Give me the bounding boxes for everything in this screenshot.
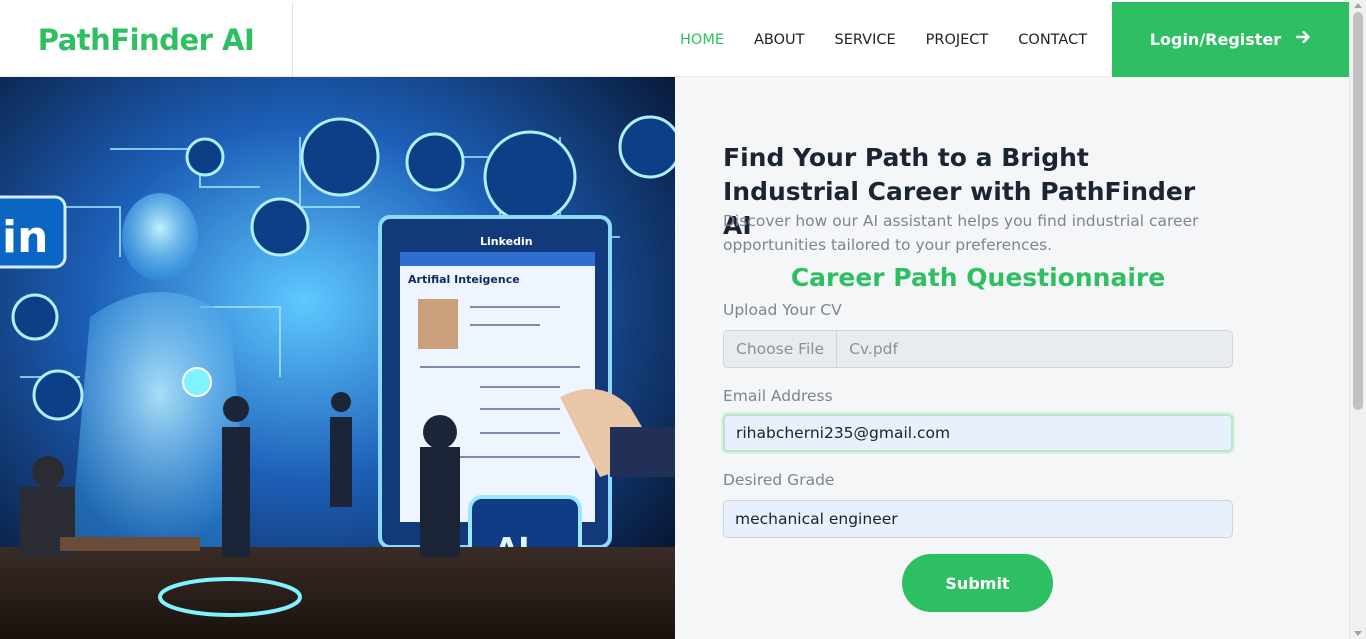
screen-linkedin-text: Linkedin (480, 235, 533, 248)
scrollbar-thumb[interactable] (1353, 12, 1363, 410)
submit-button[interactable]: Submit (902, 554, 1053, 612)
nav-link-home[interactable]: HOME (680, 32, 724, 48)
scroll-down-icon[interactable] (1354, 631, 1362, 636)
cv-label: Upload Your CV (723, 301, 842, 319)
brand-logo[interactable]: PathFinder AI (0, 2, 293, 77)
scroll-up-icon[interactable] (1354, 3, 1362, 8)
cv-file-input[interactable]: Choose File Cv.pdf (723, 330, 1233, 368)
grade-label: Desired Grade (723, 471, 835, 489)
email-label: Email Address (723, 387, 833, 405)
questionnaire-title: Career Path Questionnaire (790, 263, 1166, 292)
navbar: PathFinder AI HOME ABOUT SERVICE PROJECT… (0, 2, 1349, 77)
login-register-button[interactable]: Login/Register (1112, 2, 1349, 77)
nav-link-service[interactable]: SERVICE (835, 32, 896, 48)
nav-menu: HOME ABOUT SERVICE PROJECT CONTACT (665, 2, 1102, 77)
brand-name[interactable]: PathFinder AI (38, 23, 255, 57)
questionnaire-panel: Find Your Path to a Bright Industrial Ca… (675, 77, 1349, 639)
page-scrollbar[interactable] (1349, 0, 1366, 639)
nav-link-project[interactable]: PROJECT (926, 32, 989, 48)
choose-file-button[interactable]: Choose File (724, 331, 838, 367)
hero-illustration: in Linkedin Artifial Inteigence AI (0, 77, 675, 639)
nav-link-contact[interactable]: CONTACT (1018, 32, 1087, 48)
screen-ai-text: Artifial Inteigence (408, 273, 520, 286)
svg-text:in: in (2, 212, 48, 263)
login-register-label: Login/Register (1149, 30, 1282, 49)
nav-link-about[interactable]: ABOUT (754, 32, 805, 48)
selected-file-name: Cv.pdf (849, 340, 898, 358)
page-subtitle: Discover how our AI assistant helps you … (723, 212, 1199, 254)
arrow-right-icon (1295, 29, 1311, 50)
desired-grade-field[interactable] (723, 500, 1233, 538)
email-field[interactable] (723, 414, 1233, 452)
